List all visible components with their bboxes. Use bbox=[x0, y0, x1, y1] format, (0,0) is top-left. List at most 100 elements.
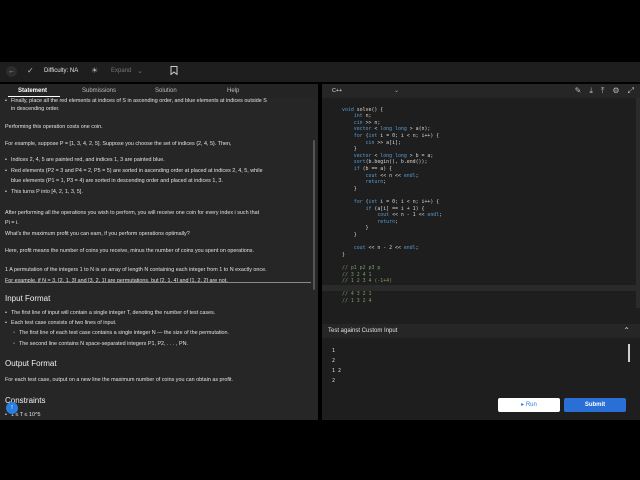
code-line[interactable]: sort(b.begin(), b.end()); bbox=[322, 159, 636, 165]
tab-statement[interactable]: Statement bbox=[18, 88, 47, 94]
code-line[interactable]: int n; bbox=[322, 113, 636, 119]
code-line[interactable]: cin >> n; bbox=[322, 120, 636, 126]
code-text: // 4 3 2 1 bbox=[342, 291, 372, 298]
code-text: // 3 2 4 1 bbox=[342, 271, 372, 278]
code-line[interactable]: for (int i = 0; i < n; i++) { bbox=[322, 199, 636, 205]
input-scrollbar[interactable] bbox=[628, 344, 630, 362]
submit-button[interactable]: Submit bbox=[564, 398, 626, 412]
code-line[interactable]: // 1 3 2 4 bbox=[322, 298, 636, 304]
code-line[interactable] bbox=[322, 258, 636, 264]
code-line[interactable]: return; bbox=[322, 179, 636, 185]
top-bar: ← ✓ Difficulty: NA ☀ Expand ⌄ bbox=[0, 62, 640, 82]
code-line[interactable]: } bbox=[322, 225, 636, 231]
input-format-line: The second line contains N space-separat… bbox=[13, 341, 188, 348]
tab-submissions[interactable]: Submissions bbox=[82, 88, 116, 94]
language-select[interactable]: C++ bbox=[332, 88, 342, 94]
arrow-up-icon: ↑ bbox=[10, 404, 14, 411]
code-line[interactable] bbox=[322, 284, 636, 291]
input-line: 1 2 bbox=[332, 368, 342, 374]
chevron-up-icon[interactable]: ⌃ bbox=[623, 326, 630, 335]
code-line[interactable]: if (b == a) { bbox=[322, 166, 636, 172]
tab-solution[interactable]: Solution bbox=[155, 88, 177, 94]
code-text: } bbox=[342, 251, 345, 258]
magic-wand-icon[interactable]: ✎ bbox=[575, 86, 582, 96]
statement-line: What's the maximum profit you can earn, … bbox=[5, 231, 190, 237]
code-text: sort(b.begin(), b.end()); bbox=[353, 159, 428, 166]
code-text: vector < long long > a(n); bbox=[353, 126, 431, 133]
code-text: if (a[i] == i + 1) { bbox=[365, 205, 425, 212]
statement-line: Indices 2, 4, 5 are painted red, and ind… bbox=[5, 157, 165, 164]
code-line[interactable] bbox=[322, 192, 636, 198]
settings-gear-icon[interactable]: ⚙ bbox=[612, 86, 619, 96]
editor-scrollbar[interactable] bbox=[636, 98, 640, 308]
difficulty-label: Difficulty: NA bbox=[44, 68, 79, 74]
scroll-up-button[interactable]: ↑ bbox=[6, 402, 18, 414]
theme-toggle-icon[interactable]: ☀ bbox=[91, 66, 98, 75]
code-text: for (int i = 0; i < n; i++) { bbox=[353, 199, 440, 205]
back-button[interactable]: ← bbox=[6, 66, 17, 77]
code-text: // 1 2 3 4 (-1+4) bbox=[342, 278, 393, 285]
code-text: } bbox=[342, 232, 357, 238]
code-text: // p1 p2 p3 p bbox=[342, 265, 381, 271]
code-line[interactable]: } bbox=[322, 252, 636, 258]
statement-line: Performing this operation costs one coin… bbox=[5, 124, 103, 130]
code-text: } bbox=[342, 146, 357, 153]
code-line[interactable]: // 4 3 2 1 bbox=[322, 291, 636, 297]
code-line[interactable]: for (int i = 0; i < n; i++) { bbox=[322, 133, 636, 139]
chevron-down-icon[interactable]: ⌄ bbox=[394, 87, 399, 94]
input-format-heading: Input Format bbox=[5, 294, 51, 303]
custom-input-field[interactable]: 1 2 1 2 2 bbox=[328, 342, 634, 390]
statement-line: Here, profit means the number of coins y… bbox=[5, 248, 255, 254]
code-text: if (b == a) { bbox=[353, 166, 393, 172]
input-line: 1 bbox=[332, 348, 336, 354]
code-text: cout << n - 2 << endl; bbox=[353, 245, 419, 252]
code-line[interactable]: // 1 2 3 4 (-1+4) bbox=[322, 278, 636, 284]
code-text: vector < long long > b = a; bbox=[353, 152, 434, 159]
code-line[interactable] bbox=[322, 239, 636, 245]
code-line[interactable]: vector < long long > a(n); bbox=[322, 126, 636, 132]
scrollbar[interactable] bbox=[313, 140, 315, 290]
code-editor[interactable]: void solve() { int n; cin >> n; vector <… bbox=[322, 100, 640, 318]
code-line[interactable] bbox=[322, 100, 636, 106]
statement-line: in descending order. bbox=[11, 106, 60, 112]
statement-line: After performing all the operations you … bbox=[5, 210, 260, 216]
bookmark-icon[interactable] bbox=[170, 66, 178, 77]
code-line[interactable]: // 3 2 4 1 bbox=[322, 272, 636, 278]
code-line[interactable]: return; bbox=[322, 219, 636, 225]
code-line[interactable]: vector < long long > b = a; bbox=[322, 153, 636, 159]
code-line[interactable]: cout << n - 1 << endl; bbox=[322, 212, 636, 218]
chevron-down-icon[interactable]: ⌄ bbox=[137, 67, 143, 75]
code-line[interactable]: cout << n - 2 << endl; bbox=[322, 245, 636, 251]
code-line[interactable]: cout << n << endl; bbox=[322, 173, 636, 179]
input-line: 2 bbox=[332, 358, 336, 364]
code-line[interactable]: void solve() { bbox=[322, 107, 636, 113]
code-line[interactable]: if (a[i] == i + 1) { bbox=[322, 206, 636, 212]
run-button-label: Run bbox=[525, 402, 537, 408]
code-line[interactable]: } bbox=[322, 232, 636, 238]
run-button[interactable]: ▸ Run bbox=[498, 398, 560, 412]
code-line[interactable]: cin >> a[i]; bbox=[322, 140, 636, 146]
output-format-line: For each test case, output on a new line… bbox=[5, 377, 234, 383]
code-text: void solve() { bbox=[342, 106, 384, 113]
custom-input-header[interactable]: Test against Custom Input ⌃ bbox=[322, 324, 640, 338]
code-text: int n; bbox=[353, 113, 372, 120]
custom-input-title: Test against Custom Input bbox=[328, 328, 398, 334]
arrow-left-icon: ← bbox=[8, 68, 15, 75]
fullscreen-icon[interactable]: ⤢ bbox=[628, 86, 634, 96]
code-line[interactable]: } bbox=[322, 186, 636, 192]
code-line[interactable]: } bbox=[322, 146, 636, 152]
code-text: } bbox=[342, 225, 369, 232]
download-icon[interactable]: ⤓ bbox=[589, 86, 593, 96]
upload-icon[interactable]: ⤒ bbox=[601, 86, 605, 96]
code-text: return; bbox=[377, 218, 398, 225]
problem-tabs: Statement Submissions Solution Help bbox=[0, 84, 318, 98]
check-icon[interactable]: ✓ bbox=[27, 66, 34, 75]
tab-help[interactable]: Help bbox=[227, 88, 239, 94]
code-text: // 1 3 2 4 bbox=[342, 298, 372, 304]
active-tab-indicator bbox=[8, 96, 60, 97]
input-format-line: The first line of input will contain a s… bbox=[5, 310, 215, 317]
code-line[interactable]: // p1 p2 p3 p bbox=[322, 265, 636, 271]
editor-panel: C++ ⌄ ✎ ⤓ ⤒ ⚙ ⤢ void solve() { int n; ci… bbox=[322, 84, 640, 420]
statement-line: Finally, place all the red elements at i… bbox=[5, 98, 267, 105]
expand-button[interactable]: Expand bbox=[111, 68, 131, 74]
